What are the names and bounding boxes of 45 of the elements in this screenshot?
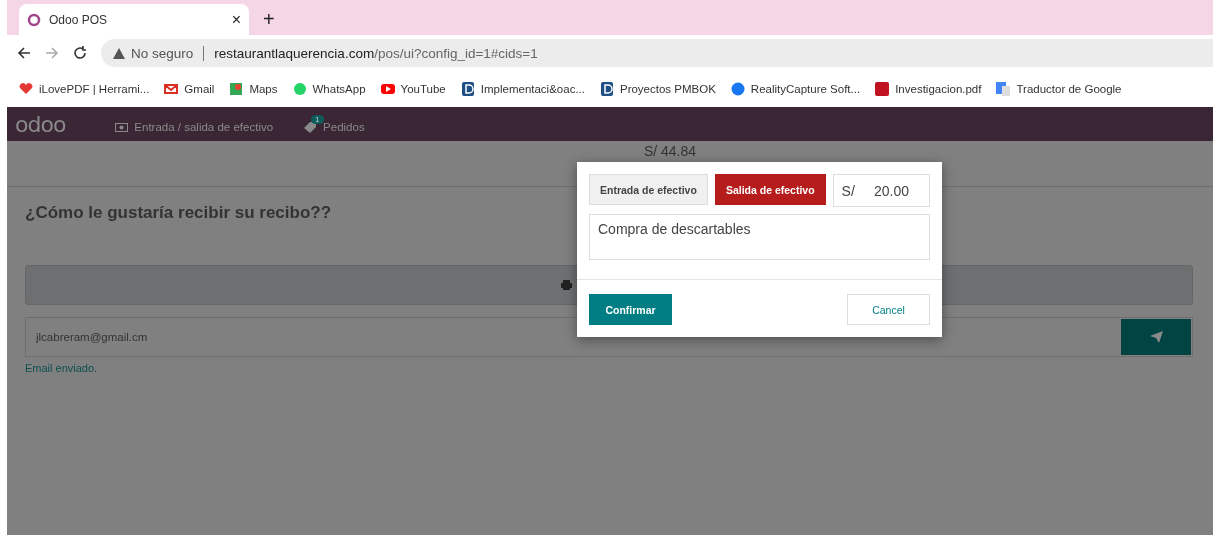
receipt-question: ¿Cómo le gustaría recibir su recibo?? bbox=[25, 203, 333, 223]
translate-icon bbox=[996, 82, 1011, 96]
status-message: Email enviado. bbox=[25, 362, 99, 374]
new-tab-button[interactable]: + bbox=[263, 9, 275, 29]
reason-field[interactable]: Compra de descartables bbox=[589, 214, 930, 260]
bookmark[interactable]: RealityCapture Soft... bbox=[730, 82, 861, 96]
cancel-button[interactable]: Cancel bbox=[847, 294, 930, 325]
security-label: No seguro bbox=[131, 45, 194, 61]
count-badge: 1 bbox=[311, 115, 324, 124]
tab-title: Odoo POS bbox=[49, 12, 109, 27]
nav-item[interactable]: Entrada / salida de efectivo bbox=[115, 115, 274, 133]
back-arrow-icon[interactable] bbox=[17, 46, 31, 60]
close-tab-button[interactable]: × bbox=[231, 11, 241, 28]
warning-icon bbox=[113, 47, 125, 59]
mail-icon bbox=[164, 82, 179, 96]
nav-item[interactable]: 1 Pedidos bbox=[303, 115, 365, 133]
tag-icon bbox=[303, 121, 318, 133]
address-bar[interactable]: No seguro restaurantlaquerencia.com/pos/ui?config_id=1#cids=1 bbox=[101, 39, 1213, 67]
confirm-button[interactable]: Confirmar bbox=[589, 294, 672, 325]
browser-tab[interactable]: Odoo POS × bbox=[19, 4, 249, 35]
paper-plane-icon bbox=[1149, 331, 1163, 343]
banknote-icon bbox=[115, 122, 129, 132]
bookmark[interactable]: Gmail bbox=[164, 82, 215, 96]
url-text: restaurantlaquerencia.com/pos/ui?config_id=1#cids=1 bbox=[214, 45, 538, 61]
logo: odoo bbox=[15, 111, 66, 137]
cash-type-option[interactable]: Entrada de efectivo bbox=[589, 174, 708, 205]
ring-icon bbox=[27, 12, 41, 27]
bookmark[interactable]: WhatsApp bbox=[292, 82, 366, 96]
order-total: S/ 44.84 bbox=[643, 143, 697, 159]
play-icon bbox=[380, 82, 395, 96]
bookmark[interactable]: Traductor de Google bbox=[996, 82, 1122, 96]
reload-icon[interactable] bbox=[73, 46, 87, 60]
document-icon bbox=[599, 82, 614, 96]
cash-type-option[interactable]: Salida de efectivo bbox=[714, 174, 826, 205]
bookmark[interactable]: Proyectos PMBOK bbox=[599, 82, 716, 96]
bookmark[interactable]: YouTube bbox=[380, 82, 446, 96]
amount-field[interactable]: S/ 20.00 bbox=[832, 174, 930, 207]
bookmark[interactable]: Investigacion.pdf bbox=[875, 82, 982, 96]
document-icon bbox=[460, 82, 475, 96]
map-pin-icon bbox=[229, 82, 244, 96]
printer-icon bbox=[561, 280, 572, 290]
heart-icon bbox=[19, 82, 33, 96]
bookmark[interactable]: Maps bbox=[229, 82, 278, 96]
bookmark[interactable]: Implementaci&oac... bbox=[460, 82, 585, 96]
bookmark[interactable]: iLovePDF | Herrami... bbox=[19, 82, 150, 96]
